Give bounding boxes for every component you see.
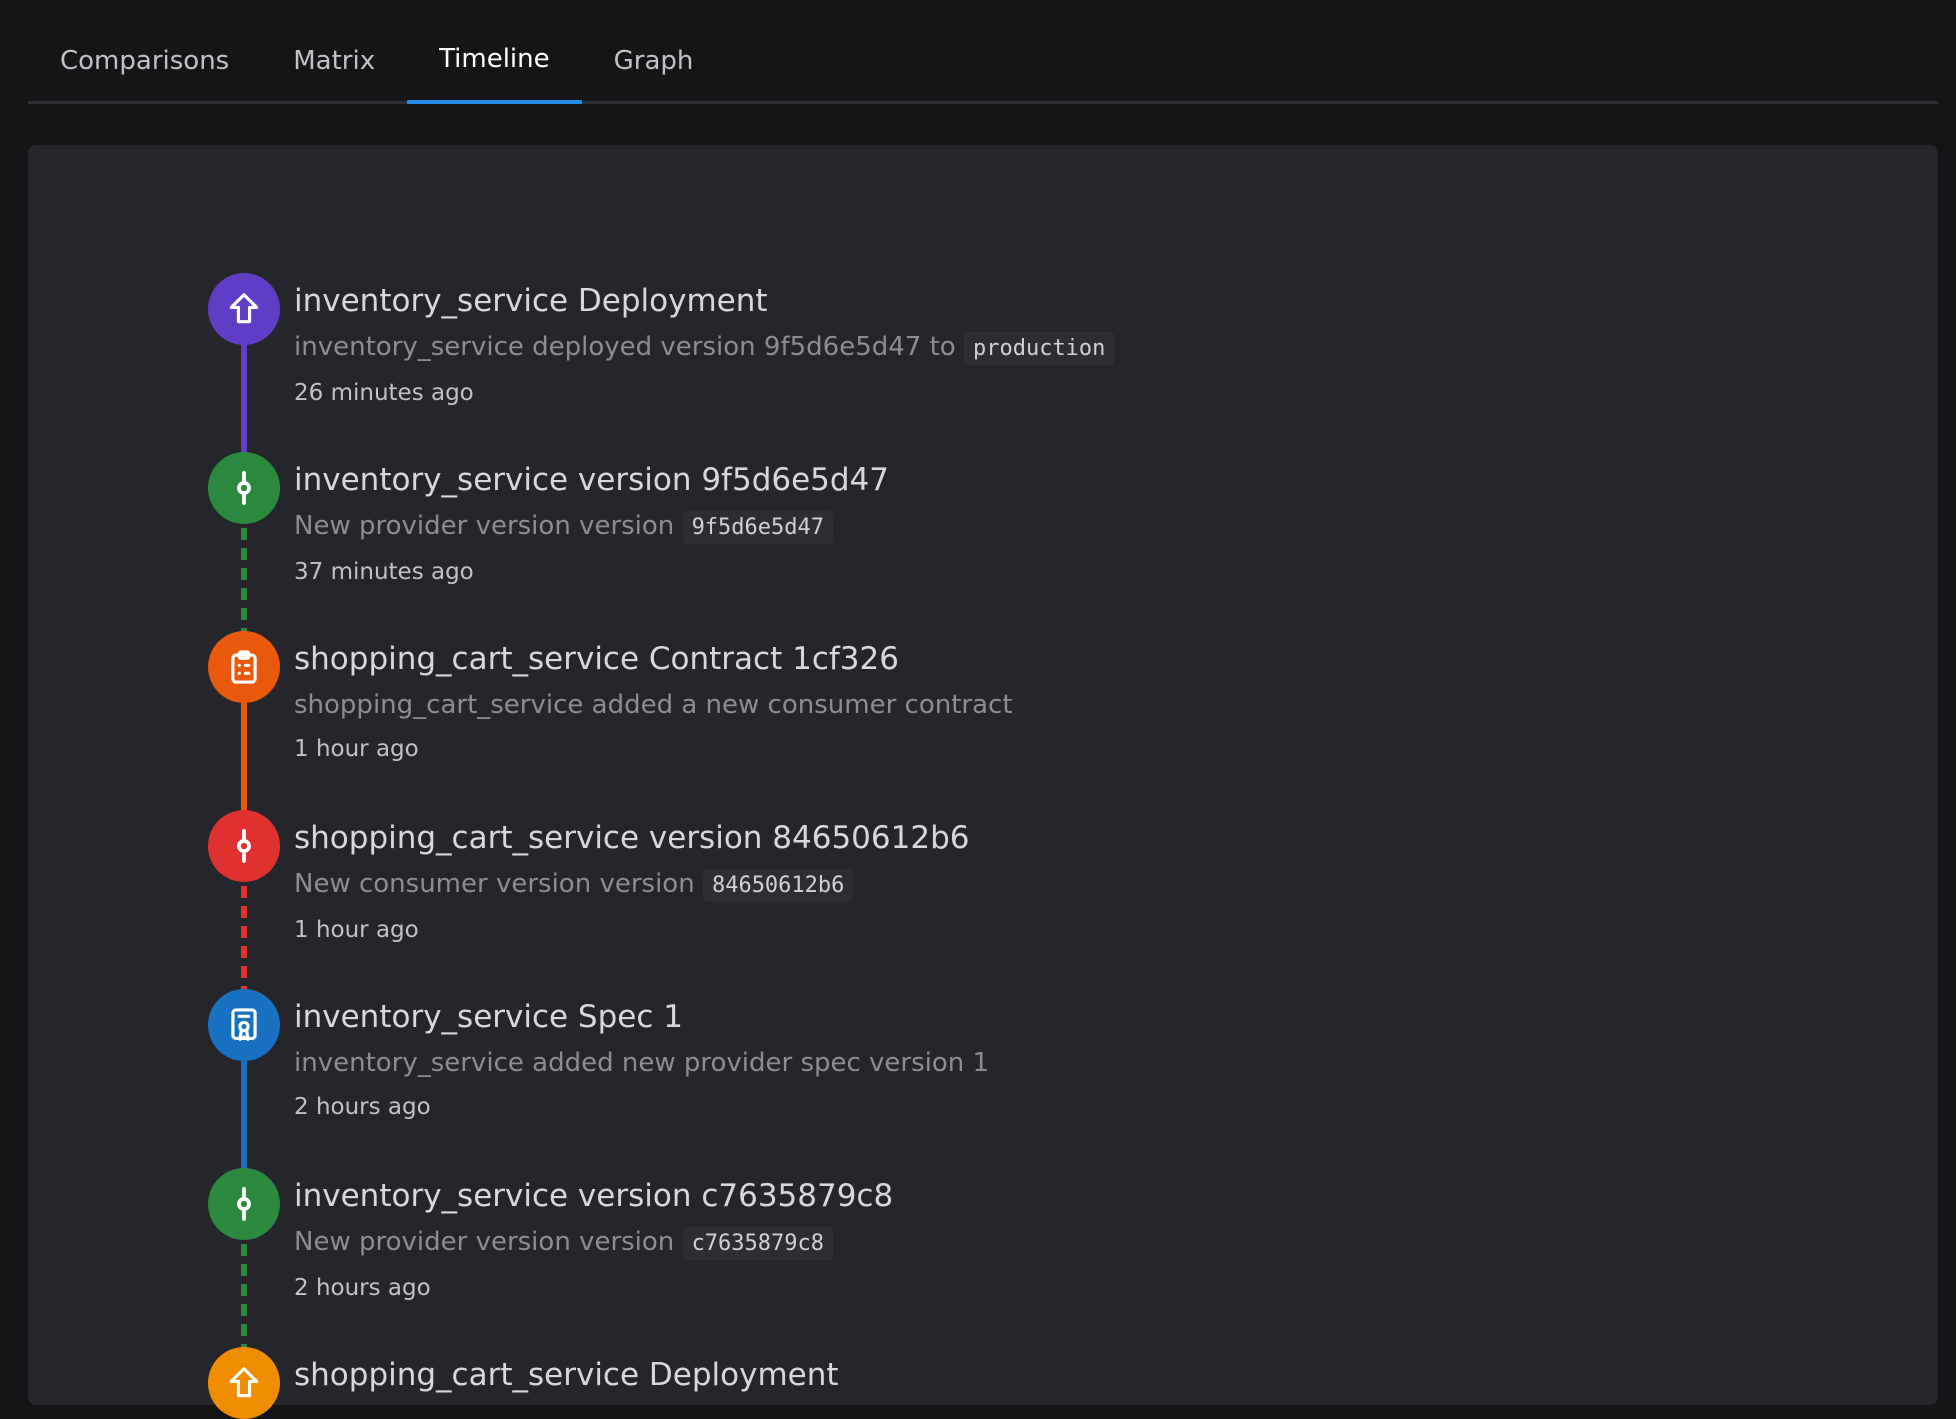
timeline-item: inventory_service version c7635879c8 New … <box>294 1176 1594 1304</box>
tab-label: Comparisons <box>60 46 230 76</box>
timeline-item-title: shopping_cart_service Deployment <box>294 1357 839 1393</box>
timeline-item: shopping_cart_service Deployment <box>294 1355 1594 1395</box>
timeline-bullet <box>208 631 280 703</box>
timeline-item: inventory_service Deployment inventory_se… <box>294 281 1594 409</box>
description-text: New provider version version <box>294 511 683 541</box>
timeline-item-timestamp: 1 hour ago <box>294 736 419 762</box>
timeline-item-description: New provider version version c7635879c8 <box>294 1222 1594 1264</box>
timeline-bullet <box>208 1347 280 1419</box>
timeline-item-title: inventory_service Deployment <box>294 283 768 319</box>
timeline-bullet <box>208 989 280 1061</box>
timeline-item-description: New consumer version version 84650612b6 <box>294 864 1594 906</box>
timeline-item: inventory_service version 9f5d6e5d47 New … <box>294 460 1594 588</box>
arrow-up-icon <box>225 290 263 328</box>
timeline-bullet <box>208 273 280 345</box>
timeline: inventory_service Deployment inventory_se… <box>28 145 1938 1419</box>
timeline-item-timestamp: 2 hours ago <box>294 1275 431 1301</box>
description-text: New consumer version version <box>294 869 703 899</box>
arrow-up-icon <box>225 1364 263 1402</box>
timeline-item-timestamp: 2 hours ago <box>294 1094 431 1120</box>
description-text: inventory_service added new provider spe… <box>294 1048 990 1078</box>
timeline-item: inventory_service Spec 1 inventory_servic… <box>294 997 1594 1123</box>
git-commit-icon <box>225 1185 263 1223</box>
timeline-item: shopping_cart_service Contract 1cf326 sho… <box>294 639 1594 765</box>
timeline-item-timestamp: 37 minutes ago <box>294 559 474 585</box>
tab-comparisons[interactable]: Comparisons <box>28 30 261 104</box>
tab-label: Graph <box>613 46 694 76</box>
timeline-bullet <box>208 452 280 524</box>
tab-timeline[interactable]: Timeline <box>407 30 582 104</box>
timeline-panel: inventory_service Deployment inventory_se… <box>28 145 1938 1419</box>
git-commit-icon <box>225 827 263 865</box>
tab-label: Matrix <box>293 46 376 76</box>
description-text: shopping_cart_service added a new consum… <box>294 690 1013 720</box>
timeline-bullet <box>208 810 280 882</box>
timeline-item-title: inventory_service version c7635879c8 <box>294 1178 894 1214</box>
timeline-item-timestamp: 1 hour ago <box>294 917 419 943</box>
git-commit-icon <box>225 469 263 507</box>
timeline-item-title: shopping_cart_service version 84650612b6 <box>294 820 970 856</box>
code-badge: 9f5d6e5d47 <box>682 511 834 544</box>
tab-bar: Comparisons Matrix Timeline Graph <box>28 30 1938 104</box>
timeline-bullet <box>208 1168 280 1240</box>
timeline-item-description: inventory_service deployed version 9f5d6… <box>294 327 1594 369</box>
tab-matrix[interactable]: Matrix <box>261 30 407 104</box>
timeline-item-timestamp: 26 minutes ago <box>294 380 474 406</box>
timeline-item-title: inventory_service version 9f5d6e5d47 <box>294 462 890 498</box>
code-badge: 84650612b6 <box>702 869 854 902</box>
timeline-item-title: shopping_cart_service Contract 1cf326 <box>294 641 899 677</box>
timeline-item-description: inventory_service added new provider spe… <box>294 1043 1594 1083</box>
certificate-icon <box>225 1006 263 1044</box>
description-text: New provider version version <box>294 1227 683 1257</box>
timeline-item: shopping_cart_service version 84650612b6… <box>294 818 1594 946</box>
code-badge: c7635879c8 <box>682 1227 834 1260</box>
code-badge: production <box>963 332 1115 365</box>
tab-graph[interactable]: Graph <box>582 30 726 104</box>
tab-label: Timeline <box>439 44 550 74</box>
timeline-item-title: inventory_service Spec 1 <box>294 999 683 1035</box>
timeline-item-description: New provider version version 9f5d6e5d47 <box>294 506 1594 548</box>
description-text: inventory_service deployed version 9f5d6… <box>294 332 964 362</box>
clipboard-list-icon <box>225 648 263 686</box>
timeline-item-description: shopping_cart_service added a new consum… <box>294 685 1594 725</box>
